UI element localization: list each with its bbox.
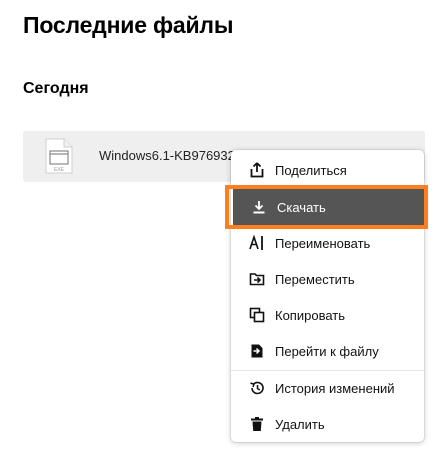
history-icon (249, 380, 265, 396)
menu-item-label: Скачать (277, 199, 326, 215)
menu-item-move[interactable]: Переместить (231, 261, 424, 297)
menu-item-label: Поделиться (275, 162, 347, 178)
copy-icon (249, 307, 265, 323)
rename-icon (249, 235, 265, 251)
move-icon (249, 271, 265, 287)
menu-item-label: История изменений (275, 380, 395, 396)
section-title-today: Сегодня (23, 80, 89, 97)
page-title: Последние файлы (23, 12, 234, 38)
menu-item-copy[interactable]: Копировать (231, 297, 424, 333)
menu-item-label: Удалить (275, 416, 325, 432)
svg-text:EXE: EXE (54, 167, 65, 173)
menu-item-label: Перейти к файлу (275, 343, 379, 359)
exe-file-icon: EXE (45, 138, 73, 174)
download-icon (251, 199, 267, 215)
menu-item-rename[interactable]: Переименовать (231, 225, 424, 261)
menu-item-label: Переименовать (275, 235, 371, 251)
context-menu: Поделиться Скачать Переименовать Перемес… (231, 150, 424, 442)
menu-item-label: Копировать (275, 307, 345, 323)
file-name[interactable]: Windows6.1-KB976932 (99, 148, 235, 163)
trash-icon (249, 416, 265, 432)
menu-item-go-to-file[interactable]: Перейти к файлу (231, 333, 424, 369)
menu-item-download[interactable]: Скачать (233, 189, 424, 225)
share-icon (249, 162, 265, 178)
menu-item-label: Переместить (275, 271, 355, 287)
menu-item-delete[interactable]: Удалить (231, 406, 424, 442)
go-to-file-icon (249, 343, 265, 359)
menu-item-history[interactable]: История изменений (231, 370, 424, 406)
menu-item-share[interactable]: Поделиться (231, 152, 424, 188)
